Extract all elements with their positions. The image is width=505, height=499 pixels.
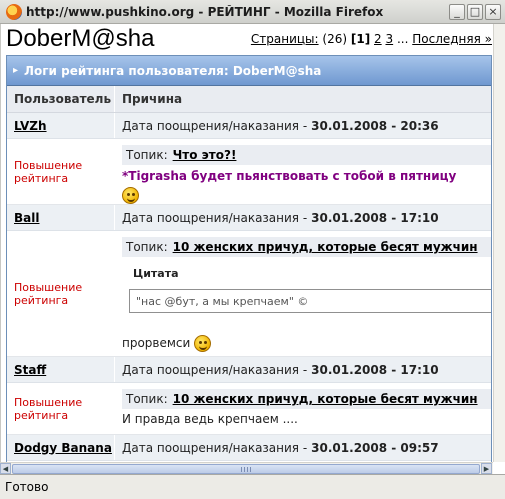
message-text: И правда ведь крепчаем .... — [122, 412, 298, 426]
pagination-ellipsis: ... — [396, 32, 409, 46]
scroll-right-arrow-icon[interactable]: ▶ — [481, 463, 492, 474]
firefox-icon — [6, 3, 22, 20]
date-label: Дата поощрения/наказания - — [122, 118, 308, 133]
vertical-scrollbar[interactable] — [493, 24, 505, 462]
status-text: Готово — [5, 480, 49, 494]
entry-meta-row: LVZh Дата поощрения/наказания - 30.01.20… — [7, 113, 491, 139]
arrow-right-icon: ▸ — [13, 65, 19, 76]
page-header: DoberM@sha Страницы: (26) [1] 2 3 ... По… — [6, 24, 492, 52]
close-button[interactable]: × — [485, 3, 501, 20]
window-controls: _ □ × — [449, 3, 501, 20]
date-label: Дата поощрения/наказания - — [122, 362, 308, 377]
entry-body-row: Повышение рейтинга Топик: 10 женских при… — [7, 231, 491, 357]
entry-meta-row: Dodgy Banana Дата поощрения/наказания - … — [7, 435, 491, 461]
window-title: http://www.pushkino.org - РЕЙТИНГ - Mozi… — [26, 4, 384, 19]
user-link[interactable]: Dodgy Banana — [14, 441, 112, 455]
category-bar: ▸ Логи рейтинга пользователя: DoberM@sha — [7, 56, 491, 86]
column-user: Пользователь — [7, 86, 115, 112]
user-link[interactable]: Ball — [14, 211, 39, 225]
entry-body-row: Повышение рейтинга Топик: 10 женских при… — [7, 383, 491, 435]
reason-text: Повышение рейтинга — [14, 395, 83, 422]
restore-button[interactable]: □ — [467, 3, 483, 20]
smiley-grin-icon — [122, 187, 139, 204]
page-title: DoberM@sha — [6, 25, 155, 52]
message-text: прорвемси — [122, 336, 191, 350]
user-link[interactable]: LVZh — [14, 119, 47, 133]
column-reason: Причина — [122, 92, 183, 106]
pagination-last[interactable]: Последняя » — [412, 32, 492, 46]
topic-label: Топик: — [126, 392, 168, 406]
date-value: 30.01.2008 - 17:10 — [311, 362, 439, 377]
horizontal-scroll-thumb[interactable] — [12, 464, 480, 474]
message-text: *Tigrasha будет пьянствовать с тобой в п… — [122, 169, 457, 183]
scroll-left-arrow-icon[interactable]: ◀ — [0, 463, 11, 474]
date-value: 30.01.2008 - 09:57 — [311, 440, 439, 455]
smiley-flex-icon — [194, 335, 212, 352]
rating-log-table: ▸ Логи рейтинга пользователя: DoberM@sha… — [6, 55, 492, 474]
date-value: 30.01.2008 - 20:36 — [311, 118, 439, 133]
column-header: Пользователь Причина — [7, 86, 491, 113]
message-line: прорвемси — [122, 335, 491, 352]
entry-body-row: Повышение рейтинга Топик: Что это?! *Tig… — [7, 139, 491, 205]
topic-line: Топик: Что это?! — [122, 145, 491, 165]
window-titlebar: http://www.pushkino.org - РЕЙТИНГ - Mozi… — [0, 0, 505, 24]
topic-line: Топик: 10 женских причуд, которые бесят … — [122, 389, 491, 409]
topic-label: Топик: — [126, 148, 168, 162]
topic-label: Топик: — [126, 240, 168, 254]
pagination-total: (26) — [322, 32, 348, 46]
horizontal-scrollbar[interactable]: ◀ ▶ — [0, 462, 493, 474]
reason-text: Повышение рейтинга — [14, 280, 83, 307]
pagination-current: [1] — [350, 32, 371, 46]
minimize-button[interactable]: _ — [449, 3, 465, 20]
quote-text: "нас @бут, а мы крепчаем" © — [136, 294, 309, 308]
pagination: Страницы: (26) [1] 2 3 ... Последняя » — [251, 32, 492, 46]
quote-title: Цитата — [133, 267, 179, 280]
topic-link[interactable]: 10 женских причуд, которые бесят мужчин — [173, 392, 478, 406]
date-value: 30.01.2008 - 17:10 — [311, 210, 439, 225]
status-bar: Готово — [0, 474, 505, 499]
topic-line: Топик: 10 женских причуд, которые бесят … — [122, 237, 491, 257]
category-title: Логи рейтинга пользователя: DoberM@sha — [24, 63, 322, 78]
pagination-label[interactable]: Страницы: — [251, 32, 319, 46]
pagination-page-3[interactable]: 3 — [385, 32, 393, 46]
date-label: Дата поощрения/наказания - — [122, 210, 308, 225]
reason-text: Повышение рейтинга — [14, 158, 83, 185]
quote-box: "нас @бут, а мы крепчаем" © — [129, 289, 491, 313]
topic-link[interactable]: 10 женских причуд, которые бесят мужчин — [173, 240, 478, 254]
page-viewport: DoberM@sha Страницы: (26) [1] 2 3 ... По… — [0, 24, 505, 474]
entry-meta-row: Staff Дата поощрения/наказания - 30.01.2… — [7, 357, 491, 383]
topic-link[interactable]: Что это?! — [173, 148, 237, 162]
user-link[interactable]: Staff — [14, 363, 46, 377]
pagination-page-2[interactable]: 2 — [374, 32, 382, 46]
date-label: Дата поощрения/наказания - — [122, 440, 308, 455]
entry-meta-row: Ball Дата поощрения/наказания - 30.01.20… — [7, 205, 491, 231]
